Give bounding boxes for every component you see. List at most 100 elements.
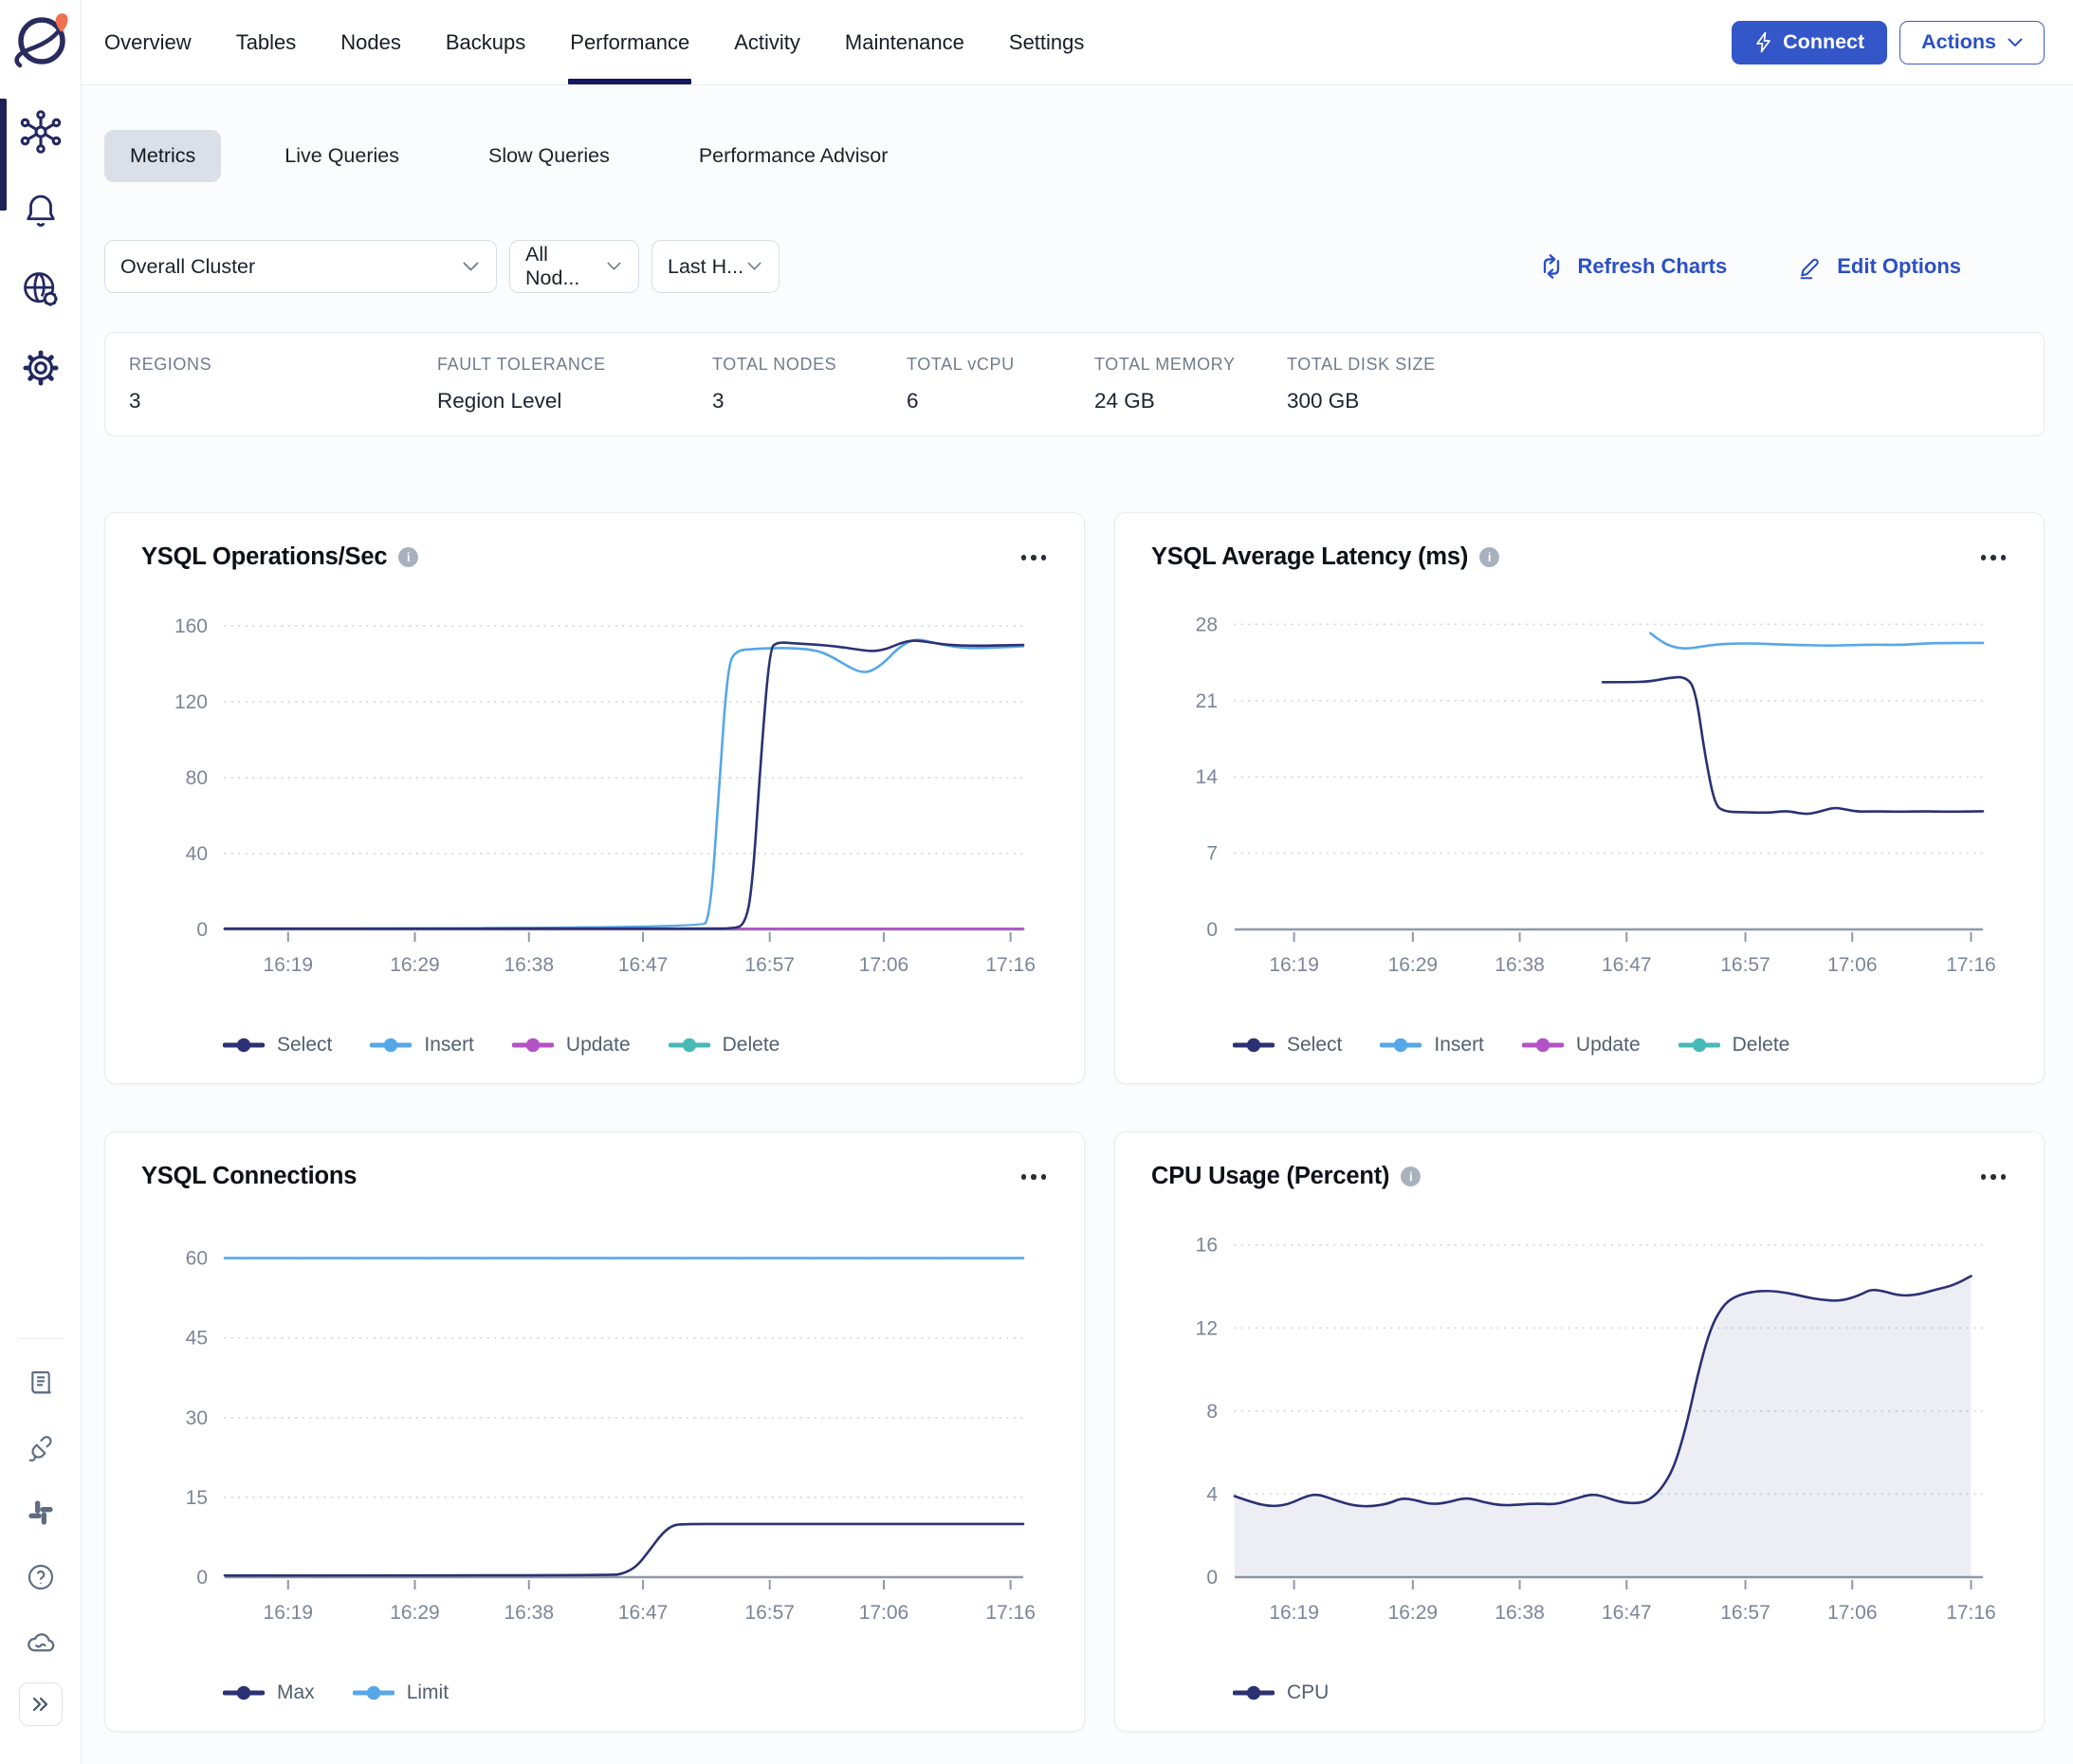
svg-text:0: 0 xyxy=(196,919,208,941)
legend-item-delete[interactable]: Delete xyxy=(1679,1034,1790,1057)
svg-text:16:57: 16:57 xyxy=(1720,1602,1770,1624)
legend-item-select[interactable]: Select xyxy=(1233,1034,1342,1057)
svg-text:0: 0 xyxy=(1206,1567,1218,1589)
legend-marker xyxy=(1380,1038,1422,1053)
stat-label: TOTAL vCPU xyxy=(907,355,1094,375)
subtab-performance-advisor[interactable]: Performance Advisor xyxy=(673,130,914,182)
nodes-select-value: All Nod... xyxy=(525,243,607,290)
chart-card-cpu-usage-percent-: CPU Usage (Percent)i048121616:1916:2916:… xyxy=(1114,1131,2045,1732)
legend-marker xyxy=(1679,1038,1720,1053)
stat-total-disk-size: TOTAL DISK SIZE300 GB xyxy=(1287,355,2044,413)
filters-row: Overall Cluster All Nod... Last H... xyxy=(104,240,2045,293)
refresh-icon xyxy=(1538,253,1565,280)
legend-item-max[interactable]: Max xyxy=(223,1681,315,1704)
svg-text:0: 0 xyxy=(1206,919,1218,941)
sidebar-expand-button[interactable] xyxy=(19,1682,63,1726)
svg-text:16:19: 16:19 xyxy=(264,1602,314,1624)
charts-grid: YSQL Operations/Seci0408012016016:1916:2… xyxy=(104,512,2045,1746)
tab-tables[interactable]: Tables xyxy=(236,0,297,84)
chart-title-ysql-average-latency-ms-: YSQL Average Latency (ms) xyxy=(1151,543,1468,571)
svg-text:80: 80 xyxy=(186,767,208,789)
stat-total-vcpu: TOTAL vCPU6 xyxy=(907,355,1094,413)
integrations-plug-icon[interactable] xyxy=(25,1432,57,1464)
chart-plot-ysql-connections: 01530456016:1916:2916:3816:4716:5717:061… xyxy=(141,1205,1046,1661)
actions-button[interactable]: Actions xyxy=(1899,21,2045,64)
svg-text:16:38: 16:38 xyxy=(504,1602,554,1624)
svg-text:16:29: 16:29 xyxy=(1388,954,1439,976)
stat-value: 3 xyxy=(129,389,437,413)
chart-menu-button[interactable] xyxy=(1021,1163,1047,1180)
stat-value: Region Level xyxy=(437,389,712,413)
legend-item-delete[interactable]: Delete xyxy=(669,1034,780,1057)
legend-marker xyxy=(1233,1038,1275,1053)
svg-text:16:47: 16:47 xyxy=(1602,954,1652,976)
svg-text:16:47: 16:47 xyxy=(618,954,669,976)
chart-plot-cpu-usage-percent-: 048121616:1916:2916:3816:4716:5717:0617:… xyxy=(1151,1205,2006,1661)
docs-icon[interactable] xyxy=(25,1368,57,1400)
actions-label: Actions xyxy=(1921,30,1996,54)
tab-backups[interactable]: Backups xyxy=(446,0,525,84)
stat-value: 24 GB xyxy=(1094,389,1287,413)
legend-item-update[interactable]: Update xyxy=(1522,1034,1641,1057)
legend-marker xyxy=(223,1038,265,1053)
svg-text:12: 12 xyxy=(1196,1317,1218,1339)
svg-text:16:19: 16:19 xyxy=(264,954,314,976)
legend-item-insert[interactable]: Insert xyxy=(370,1034,474,1057)
info-icon[interactable]: i xyxy=(1479,547,1499,567)
clusters-icon[interactable] xyxy=(19,110,63,154)
help-icon[interactable] xyxy=(25,1561,57,1593)
tab-label: Performance xyxy=(570,30,689,55)
svg-text:16:38: 16:38 xyxy=(1495,1602,1545,1624)
tab-performance[interactable]: Performance xyxy=(570,0,689,84)
legend-item-cpu[interactable]: CPU xyxy=(1233,1681,1329,1704)
tab-maintenance[interactable]: Maintenance xyxy=(845,0,964,84)
legend-label: Delete xyxy=(1733,1034,1790,1057)
tab-label: Nodes xyxy=(340,30,401,55)
svg-text:17:16: 17:16 xyxy=(1946,954,1996,976)
tab-overview[interactable]: Overview xyxy=(104,0,192,84)
svg-text:17:16: 17:16 xyxy=(1946,1602,1996,1624)
cloud-status-icon[interactable] xyxy=(25,1626,57,1658)
info-icon[interactable]: i xyxy=(1401,1167,1421,1186)
svg-text:21: 21 xyxy=(1196,690,1218,712)
sidebar-divider xyxy=(19,1338,63,1339)
nodes-select[interactable]: All Nod... xyxy=(509,240,639,293)
legend-item-insert[interactable]: Insert xyxy=(1380,1034,1484,1057)
subtab-slow-queries[interactable]: Slow Queries xyxy=(463,130,635,182)
alerts-bell-icon[interactable] xyxy=(19,189,63,232)
legend-item-update[interactable]: Update xyxy=(512,1034,631,1057)
network-globe-gear-icon[interactable] xyxy=(19,267,63,311)
svg-text:120: 120 xyxy=(174,691,208,713)
chart-legend: Max Limit xyxy=(223,1681,1046,1704)
refresh-charts-button[interactable]: Refresh Charts xyxy=(1538,253,1728,280)
legend-label: Delete xyxy=(723,1034,780,1057)
chart-menu-button[interactable] xyxy=(1981,543,2007,560)
edit-options-button[interactable]: Edit Options xyxy=(1797,253,1961,280)
svg-text:8: 8 xyxy=(1206,1401,1218,1423)
tab-nodes[interactable]: Nodes xyxy=(340,0,401,84)
info-icon[interactable]: i xyxy=(398,547,418,567)
chevron-down-icon xyxy=(607,262,621,271)
chart-menu-button[interactable] xyxy=(1981,1163,2007,1180)
time-select-value: Last H... xyxy=(668,255,743,279)
subtab-metrics[interactable]: Metrics xyxy=(104,130,221,182)
legend-item-select[interactable]: Select xyxy=(223,1034,332,1057)
cluster-select[interactable]: Overall Cluster xyxy=(104,240,497,293)
svg-text:28: 28 xyxy=(1196,614,1218,635)
slack-icon[interactable] xyxy=(25,1497,57,1529)
tab-settings[interactable]: Settings xyxy=(1009,0,1085,84)
legend-item-limit[interactable]: Limit xyxy=(353,1681,449,1704)
chart-menu-button[interactable] xyxy=(1021,543,1047,560)
chart-legend: Select Insert Update Delete xyxy=(1233,1034,2006,1057)
yugabyte-logo[interactable] xyxy=(10,11,71,74)
time-range-select[interactable]: Last H... xyxy=(651,240,780,293)
settings-gear-icon[interactable] xyxy=(19,346,63,390)
connect-button[interactable]: Connect xyxy=(1732,21,1887,64)
legend-marker xyxy=(353,1685,394,1700)
tab-label: Overview xyxy=(104,30,192,55)
svg-text:16:57: 16:57 xyxy=(1720,954,1770,976)
subtab-live-queries[interactable]: Live Queries xyxy=(259,130,425,182)
tab-activity[interactable]: Activity xyxy=(734,0,800,84)
svg-text:17:16: 17:16 xyxy=(985,954,1036,976)
svg-text:0: 0 xyxy=(196,1567,208,1589)
